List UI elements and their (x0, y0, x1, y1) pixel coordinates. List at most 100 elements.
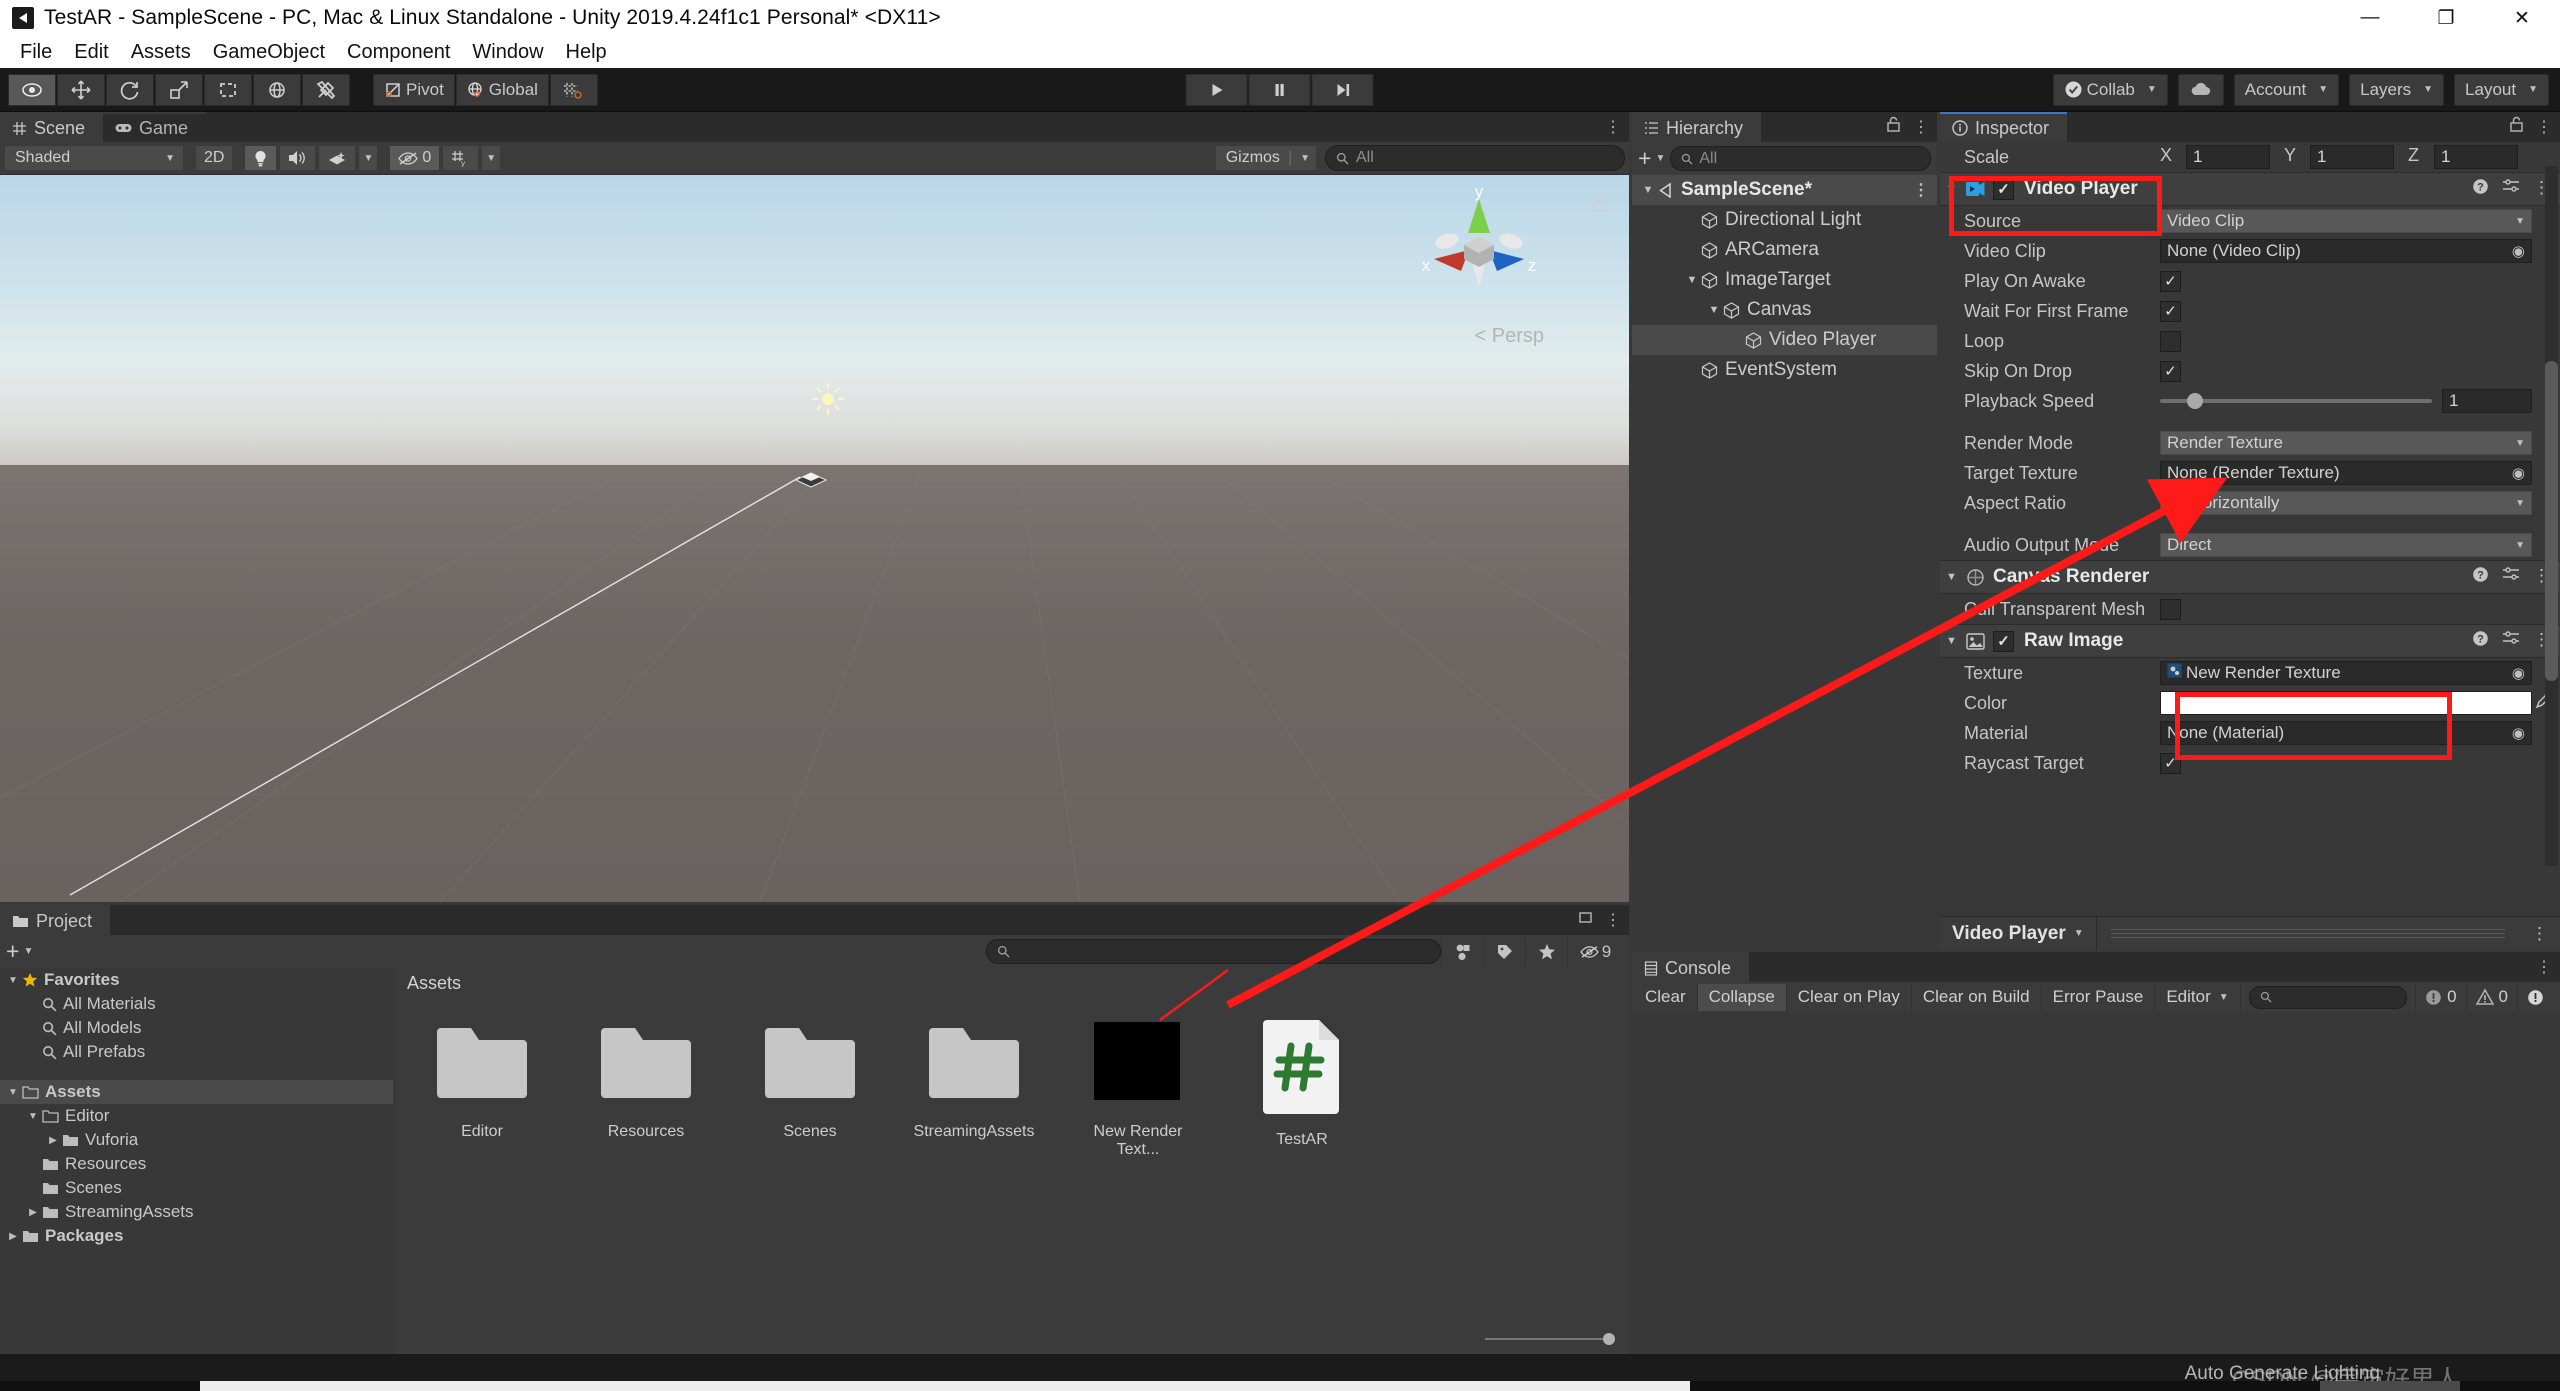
cloud-button[interactable] (2177, 73, 2224, 106)
account-button[interactable]: Account ▼ (2233, 73, 2340, 106)
scene-fx-dropdown[interactable]: ▼ (358, 145, 379, 171)
scene-grid-dropdown[interactable]: ▼ (481, 145, 502, 171)
disclosure-triangle-open[interactable]: ▼ (1640, 184, 1656, 196)
kebab-menu-icon[interactable]: ⋮ (2519, 924, 2560, 944)
kebab-menu-icon[interactable]: ⋮ (1605, 117, 1621, 137)
rotate-tool-button[interactable] (106, 73, 154, 106)
project-tree-item-all-prefabs[interactable]: All Prefabs (0, 1040, 393, 1064)
move-tool-button[interactable] (57, 73, 105, 106)
tab-console[interactable]: Console (1632, 952, 1750, 982)
preset-icon[interactable] (2502, 630, 2520, 652)
hierarchy-add-button[interactable]: + ▼ (1638, 145, 1665, 172)
hierarchy-item-arcamera[interactable]: ARCamera (1632, 235, 1937, 265)
scene-viewport[interactable]: y x z < Persp (0, 175, 1629, 902)
project-tree-item-resources[interactable]: Resources (0, 1152, 393, 1176)
scene-grid-toggle[interactable]: y (442, 145, 480, 171)
lock-icon[interactable] (2509, 116, 2524, 138)
property-object-field[interactable]: None (Video Clip) ◉ (2160, 239, 2532, 263)
asset-item-csharp-script[interactable]: TestAR (1237, 1016, 1367, 1159)
component-enable-checkbox[interactable]: ✓ (1993, 630, 2014, 652)
property-dropdown[interactable]: Fit Horizontally ▼ (2160, 491, 2532, 515)
disclosure-triangle-open[interactable]: ▼ (1684, 274, 1700, 286)
project-tree-item-all-materials[interactable]: All Materials (0, 992, 393, 1016)
snap-grid-icon[interactable] (549, 73, 598, 106)
pivot-toggle-button[interactable]: Pivot (373, 73, 455, 106)
object-picker-icon[interactable]: ◉ (2512, 464, 2525, 482)
tab-game[interactable]: Game (103, 112, 207, 142)
disclosure-triangle-open[interactable]: ▼ (1706, 304, 1722, 316)
warning-count-toggle[interactable]: 0 (2465, 983, 2517, 1011)
component-header-video-player[interactable]: ▼ ✓ Video Player ? ⋮ (1940, 172, 2560, 206)
kebab-menu-icon[interactable]: ⋮ (2536, 957, 2552, 977)
label-filter-icon[interactable] (1483, 936, 1525, 967)
toggle-2d-button[interactable]: 2D (195, 145, 234, 171)
lock-icon[interactable] (1886, 116, 1901, 138)
tab-inspector[interactable]: Inspector (1940, 112, 2068, 142)
maximize-panel-icon[interactable] (1578, 910, 1593, 930)
play-button[interactable] (1185, 73, 1248, 106)
help-icon[interactable]: ? (2472, 178, 2489, 200)
hierarchy-item-video-player[interactable]: Video Player (1632, 325, 1937, 355)
transform-tool-button[interactable] (253, 73, 301, 106)
property-checkbox[interactable]: ✓ (2160, 752, 2181, 774)
scene-orientation-gizmo[interactable]: y x z (1414, 182, 1544, 317)
help-icon[interactable]: ? (2472, 566, 2489, 588)
playback-speed-slider[interactable] (2160, 393, 2432, 409)
help-icon[interactable]: ? (2472, 630, 2489, 652)
property-checkbox[interactable]: ✓ (2160, 360, 2181, 382)
project-hidden-toggle[interactable]: 9 (1567, 936, 1623, 967)
tab-hierarchy[interactable]: Hierarchy (1632, 112, 1762, 142)
object-picker-icon[interactable]: ◉ (2512, 664, 2525, 682)
kebab-menu-icon[interactable]: ⋮ (1913, 180, 1929, 200)
project-tree-item-scenes[interactable]: Scenes (0, 1176, 393, 1200)
menu-item-window[interactable]: Window (462, 39, 553, 66)
kebab-menu-icon[interactable]: ⋮ (1605, 910, 1621, 930)
asset-item-folder[interactable]: Editor (417, 1016, 547, 1159)
kebab-menu-icon[interactable]: ⋮ (2536, 117, 2552, 137)
scale-y-input[interactable]: 1 (2310, 145, 2394, 169)
asset-item-folder[interactable]: Scenes (745, 1016, 875, 1159)
project-tree-item-assets[interactable]: ▼ Assets (0, 1080, 393, 1104)
menu-item-gameobject[interactable]: GameObject (203, 39, 335, 66)
inspector-footer-dropdown[interactable]: Video Player ▼ (1940, 916, 2097, 951)
hierarchy-item-directional-light[interactable]: Directional Light (1632, 205, 1937, 235)
inspector-scrollbar[interactable] (2545, 166, 2558, 866)
scale-x-input[interactable]: 1 (2186, 145, 2270, 169)
property-color-field[interactable] (2160, 691, 2532, 715)
favorite-filter-icon[interactable] (1525, 936, 1567, 967)
asset-item-folder[interactable]: Resources (581, 1016, 711, 1159)
project-tree-item-favorites[interactable]: ▼ Favorites (0, 968, 393, 992)
project-tree-item-all-models[interactable]: All Models (0, 1016, 393, 1040)
scene-audio-toggle[interactable] (279, 145, 317, 171)
menu-item-file[interactable]: File (10, 39, 62, 66)
console-button-collapse[interactable]: Collapse (1697, 983, 1787, 1011)
object-picker-icon[interactable]: ◉ (2512, 242, 2525, 260)
disclosure-triangle-open[interactable]: ▼ (1946, 183, 1966, 195)
layers-button[interactable]: Layers ▼ (2349, 73, 2445, 106)
maximize-button[interactable]: ❐ (2408, 0, 2484, 36)
tab-scene[interactable]: Scene (0, 112, 104, 142)
property-dropdown[interactable]: Render Texture ▼ (2160, 431, 2532, 455)
project-search-input[interactable] (986, 939, 1441, 964)
scene-fx-toggle[interactable] (318, 145, 357, 171)
disclosure-triangle-closed[interactable]: ▶ (46, 1135, 60, 1146)
console-button-clear-on-build[interactable]: Clear on Build (1912, 983, 2042, 1011)
disclosure-triangle-open[interactable]: ▼ (6, 975, 20, 986)
property-object-field[interactable]: None (Render Texture) ◉ (2160, 461, 2532, 485)
menu-item-help[interactable]: Help (556, 39, 617, 66)
menu-item-assets[interactable]: Assets (121, 39, 201, 66)
property-checkbox[interactable] (2160, 598, 2181, 620)
log-count-toggle[interactable]: 0 (2415, 983, 2465, 1011)
property-checkbox[interactable]: ✓ (2160, 300, 2181, 322)
disclosure-triangle-open[interactable]: ▼ (1946, 635, 1966, 647)
tab-project[interactable]: Project (0, 905, 111, 935)
hand-tool-button[interactable] (8, 73, 56, 106)
preset-icon[interactable] (2502, 566, 2520, 588)
error-count-toggle[interactable] (2517, 983, 2558, 1011)
custom-editor-tool-button[interactable] (302, 73, 350, 106)
disclosure-triangle-closed[interactable]: ▶ (6, 1231, 20, 1242)
component-header-raw-image[interactable]: ▼ ✓ Raw Image ? ⋮ (1940, 624, 2560, 658)
object-picker-icon[interactable]: ◉ (2512, 724, 2525, 742)
hierarchy-item-canvas[interactable]: ▼ Canvas (1632, 295, 1937, 325)
scale-tool-button[interactable] (155, 73, 203, 106)
